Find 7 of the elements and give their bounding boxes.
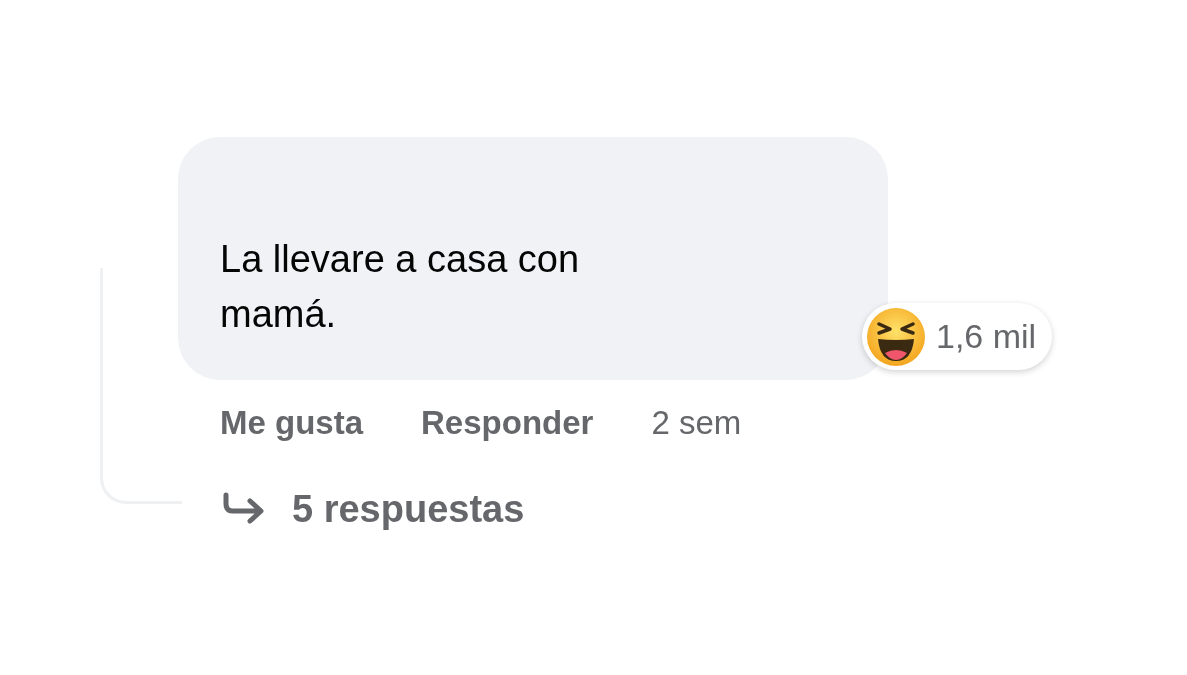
like-link[interactable]: Me gusta [220, 398, 364, 448]
reaction-badge[interactable]: 1,6 mil [862, 303, 1053, 370]
reaction-count: 1,6 mil [936, 316, 1037, 357]
view-replies-link[interactable]: 5 respuestas [178, 479, 531, 539]
reply-link[interactable]: Responder [421, 398, 594, 448]
comment-time: 2 sem [651, 403, 742, 443]
comment-text: La llevare a casa con mamá. [220, 237, 581, 337]
